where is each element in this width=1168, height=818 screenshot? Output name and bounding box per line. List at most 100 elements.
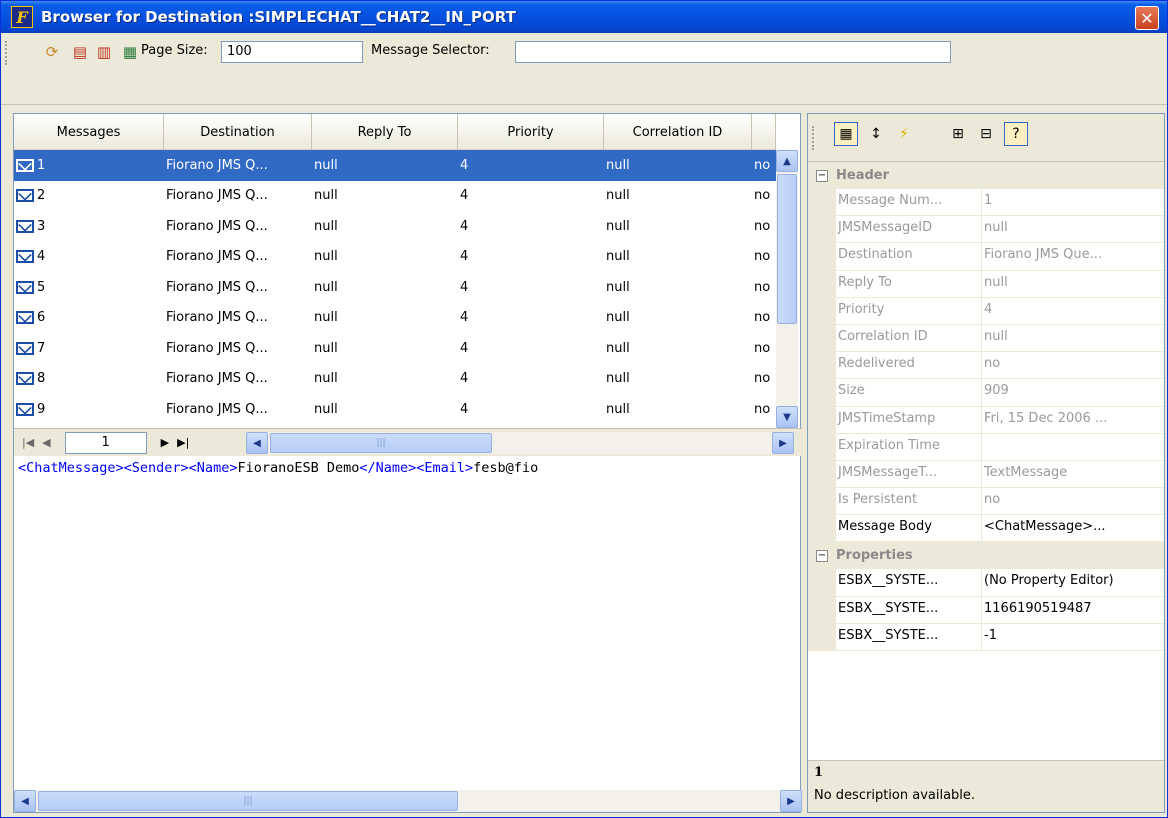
property-row[interactable]: Message Body <ChatMessage>... [808, 515, 1164, 543]
envelope-icon [16, 250, 34, 264]
property-row[interactable]: Correlation ID null [808, 324, 1164, 353]
close-button[interactable]: ✕ [1135, 6, 1159, 30]
table-row[interactable]: 6 Fiorano JMS Q... null 4 null no [14, 303, 776, 334]
message-selector-input[interactable] [515, 41, 951, 63]
scroll-up-icon[interactable]: ▲ [776, 150, 798, 172]
column-header-priority[interactable]: Priority [458, 114, 604, 150]
table-row[interactable]: 8 Fiorano JMS Q... null 4 null no [14, 364, 776, 395]
previous-page-icon[interactable]: ◀ [42, 436, 50, 449]
table-row[interactable]: 3 Fiorano JMS Q... null 4 null no [14, 211, 776, 242]
envelope-icon [16, 402, 34, 416]
toolbar-grip[interactable] [812, 126, 816, 150]
cell-message: 5 [37, 279, 46, 295]
column-header-messages[interactable]: Messages [14, 114, 164, 150]
table-row[interactable]: 9 Fiorano JMS Q... null 4 null no [14, 394, 776, 425]
scroll-down-icon[interactable]: ▼ [776, 406, 798, 428]
first-page-icon[interactable]: |◀ [22, 436, 34, 449]
property-name: Correlation ID [836, 324, 982, 352]
property-row[interactable]: Reply To null [808, 270, 1164, 298]
scroll-thumb[interactable]: ||| [38, 791, 458, 811]
property-row[interactable]: Priority 4 [808, 297, 1164, 325]
next-page-icon[interactable]: ▶ [161, 436, 169, 449]
delete-messages-icon[interactable]: ▤ [69, 41, 91, 63]
category-label: Header [836, 168, 890, 183]
help-description-icon[interactable]: ? [1004, 122, 1028, 146]
category-label: Properties [836, 548, 913, 564]
cell-message: 3 [37, 218, 46, 234]
cell-correlation-id: null [606, 188, 630, 204]
table-row[interactable]: 5 Fiorano JMS Q... null 4 null no [14, 272, 776, 303]
envelope-icon [16, 219, 34, 233]
envelope-icon [16, 189, 34, 203]
property-row[interactable]: Expiration Time [808, 433, 1164, 461]
table-vertical-scrollbar[interactable]: ▲ ▼ [776, 150, 798, 428]
collapse-all-icon[interactable]: ⊟ [974, 122, 998, 146]
page-size-input[interactable]: 100 [221, 41, 363, 63]
xml-text: FioranoESB Demo [237, 460, 360, 476]
categorized-icon[interactable]: ▦ [834, 122, 858, 146]
property-value: 1 [984, 193, 993, 208]
property-row[interactable]: JMSMessageT... TextMessage [808, 460, 1164, 489]
collapse-icon[interactable]: − [816, 549, 828, 562]
scroll-thumb[interactable]: ||| [270, 433, 492, 453]
page-number-input[interactable]: 1 [64, 431, 147, 454]
cell-priority: 4 [460, 157, 469, 173]
cell-more: no [754, 279, 771, 295]
property-row[interactable]: Size 909 [808, 379, 1164, 407]
column-header-correlation-id[interactable]: Correlation ID [604, 114, 752, 150]
lightning-icon[interactable]: ⚡ [892, 122, 916, 146]
cell-message: 6 [37, 310, 46, 326]
property-row[interactable]: ESBX__SYSTE... (No Property Editor) [808, 569, 1164, 597]
property-name: ESBX__SYSTE... [836, 569, 982, 596]
messages-pane: Messages Destination Reply To Priority C… [13, 113, 802, 813]
expand-all-icon[interactable]: ⊞ [946, 122, 970, 146]
property-row[interactable]: Message Num... 1 [808, 189, 1164, 217]
alert-message-icon[interactable]: ▥ [93, 41, 115, 63]
title-bar[interactable]: F Browser for Destination :SIMPLECHAT__C… [1, 1, 1167, 33]
property-row[interactable]: JMSMessageID null [808, 216, 1164, 244]
category-header[interactable]: − Properties [808, 542, 1164, 570]
table-horizontal-scrollbar[interactable]: ◀ ||| ▶ [246, 432, 794, 454]
scroll-thumb[interactable] [777, 174, 797, 324]
cell-destination: Fiorano JMS Q... [166, 249, 268, 265]
toolbar-grip[interactable] [5, 41, 9, 65]
property-row[interactable]: Is Persistent no [808, 488, 1164, 516]
envelope-icon [16, 372, 34, 386]
column-header-destination[interactable]: Destination [164, 114, 312, 150]
refresh-icon[interactable]: ⟳ [41, 41, 63, 63]
property-name: Redelivered [836, 352, 982, 379]
category-header[interactable]: − Header [808, 162, 1164, 189]
property-row[interactable]: Destination Fiorano JMS Que... [808, 243, 1164, 271]
scroll-right-icon[interactable]: ▶ [772, 432, 794, 454]
property-name: JMSTimeStamp [836, 406, 982, 433]
property-row[interactable]: ESBX__SYSTE... 1166190519487 [808, 596, 1164, 624]
table-row[interactable]: 7 Fiorano JMS Q... null 4 null no [14, 333, 776, 364]
table-row[interactable]: 2 Fiorano JMS Q... null 4 null no [14, 181, 776, 212]
collapse-icon[interactable]: − [816, 169, 828, 182]
cell-destination: Fiorano JMS Q... [166, 279, 268, 295]
cell-correlation-id: null [606, 401, 630, 417]
scroll-left-icon[interactable]: ◀ [246, 432, 268, 454]
cell-message: 8 [37, 371, 46, 387]
property-name: Priority [836, 297, 982, 324]
send-message-icon[interactable]: ▦ [119, 41, 141, 63]
scroll-left-icon[interactable]: ◀ [14, 790, 36, 812]
column-header-more[interactable] [752, 114, 776, 150]
cell-reply-to: null [314, 371, 338, 387]
scroll-right-icon[interactable]: ▶ [780, 790, 802, 812]
sort-alphabetical-icon[interactable]: ↕ [864, 122, 888, 146]
property-row[interactable]: Redelivered no [808, 352, 1164, 380]
column-header-reply-to[interactable]: Reply To [312, 114, 458, 150]
property-name: JMSMessageID [836, 216, 982, 243]
message-body-text[interactable]: <ChatMessage><Sender><Name>FioranoESB De… [14, 460, 802, 476]
last-page-icon[interactable]: ▶| [177, 436, 189, 449]
property-row[interactable]: ESBX__SYSTE... -1 [808, 623, 1164, 651]
property-row[interactable]: JMSTimeStamp Fri, 15 Dec 2006 ... [808, 406, 1164, 434]
table-row[interactable]: 4 Fiorano JMS Q... null 4 null no [14, 242, 776, 273]
body-horizontal-scrollbar[interactable]: ◀ ||| ▶ [14, 790, 802, 812]
cell-reply-to: null [314, 401, 338, 417]
cell-correlation-id: null [606, 310, 630, 326]
property-name: ESBX__SYSTE... [836, 596, 982, 623]
table-row[interactable]: 1 Fiorano JMS Q... null 4 null no [14, 150, 776, 181]
property-value: 1166190519487 [984, 600, 1092, 616]
